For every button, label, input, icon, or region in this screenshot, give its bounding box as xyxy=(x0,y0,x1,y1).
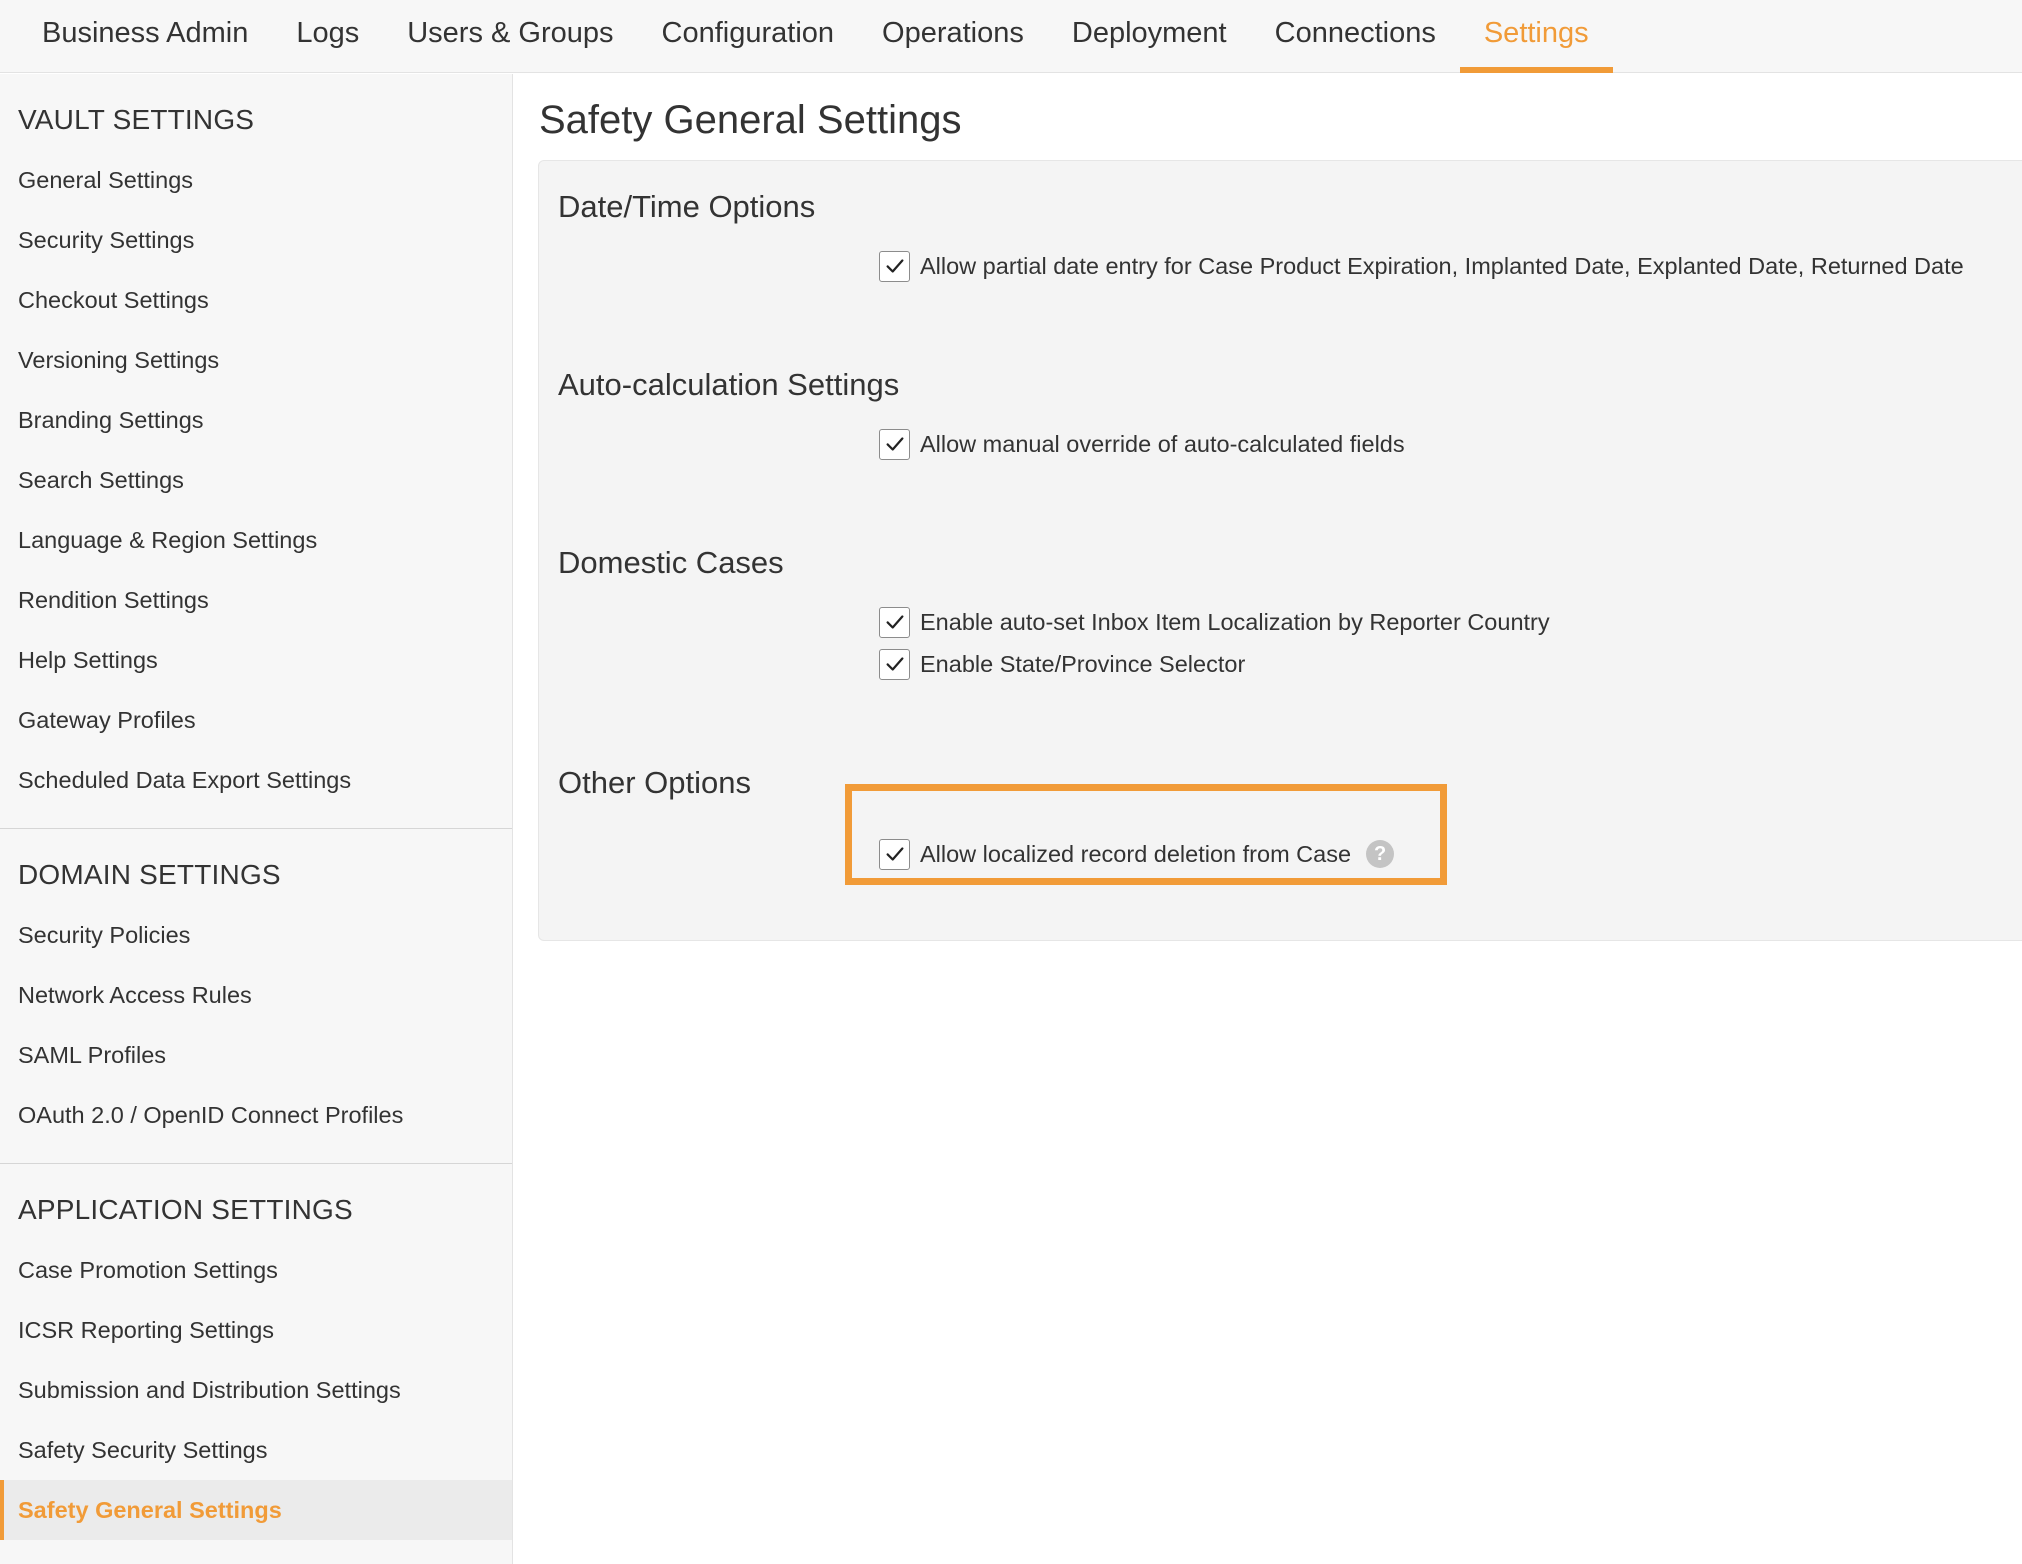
question-circle-icon[interactable]: ? xyxy=(1366,840,1395,868)
tab-configuration[interactable]: Configuration xyxy=(638,0,859,73)
tab-users-groups[interactable]: Users & Groups xyxy=(383,0,637,73)
option-state-province-selector: Enable State/Province Selector xyxy=(879,647,1245,681)
localized-record-deletion-checkbox[interactable] xyxy=(879,838,910,870)
top-navigation: Business Admin Logs Users & Groups Confi… xyxy=(0,0,2022,73)
sidebar-item-security-policies[interactable]: Security Policies xyxy=(0,905,512,965)
state-province-selector-checkbox[interactable] xyxy=(879,648,910,680)
sidebar-item-general-settings[interactable]: General Settings xyxy=(0,150,512,210)
sidebar-item-gateway-profiles[interactable]: Gateway Profiles xyxy=(0,690,512,750)
sidebar-item-security-settings[interactable]: Security Settings xyxy=(0,210,512,270)
tab-settings[interactable]: Settings xyxy=(1459,0,1613,73)
sidebar-item-icsr-reporting-settings[interactable]: ICSR Reporting Settings xyxy=(0,1300,512,1360)
section-title-domestic: Domestic Cases xyxy=(558,545,784,580)
option-label: Allow partial date entry for Case Produc… xyxy=(920,252,1964,279)
sidebar-group-application: APPLICATION SETTINGS Case Promotion Sett… xyxy=(0,1164,512,1558)
sidebar-item-safety-security-settings[interactable]: Safety Security Settings xyxy=(0,1420,512,1480)
sidebar-item-help-settings[interactable]: Help Settings xyxy=(0,630,512,690)
sidebar-item-case-promotion-settings[interactable]: Case Promotion Settings xyxy=(0,1240,512,1300)
section-title-autocalc: Auto-calculation Settings xyxy=(558,367,900,402)
sidebar-item-scheduled-data-export-settings[interactable]: Scheduled Data Export Settings xyxy=(0,750,512,810)
sidebar-heading-domain: DOMAIN SETTINGS xyxy=(18,859,281,890)
sidebar-item-network-access-rules[interactable]: Network Access Rules xyxy=(0,965,512,1025)
sidebar-group-vault: VAULT SETTINGS General Settings Security… xyxy=(0,74,512,829)
sidebar-item-oauth-openid-profiles[interactable]: OAuth 2.0 / OpenID Connect Profiles xyxy=(0,1085,512,1145)
tab-connections[interactable]: Connections xyxy=(1251,0,1460,73)
main-content: Safety General Settings Date/Time Option… xyxy=(514,74,2022,1564)
check-icon xyxy=(886,259,903,273)
sidebar-item-language-region-settings[interactable]: Language & Region Settings xyxy=(0,510,512,570)
partial-date-entry-checkbox[interactable] xyxy=(879,250,910,282)
tab-logs[interactable]: Logs xyxy=(272,0,383,73)
sidebar-group-domain: DOMAIN SETTINGS Security Policies Networ… xyxy=(0,829,512,1164)
check-icon xyxy=(886,847,903,861)
option-label: Allow localized record deletion from Cas… xyxy=(920,840,1352,867)
sidebar: VAULT SETTINGS General Settings Security… xyxy=(0,74,513,1564)
page-title: Safety General Settings xyxy=(539,98,962,142)
tab-operations[interactable]: Operations xyxy=(858,0,1048,73)
option-localized-record-deletion: Allow localized record deletion from Cas… xyxy=(879,837,1395,871)
option-label: Allow manual override of auto-calculated… xyxy=(920,430,1405,457)
sidebar-item-saml-profiles[interactable]: SAML Profiles xyxy=(0,1025,512,1085)
check-icon xyxy=(886,615,903,629)
sidebar-item-search-settings[interactable]: Search Settings xyxy=(0,450,512,510)
manual-override-checkbox[interactable] xyxy=(879,428,910,460)
option-label: Enable auto-set Inbox Item Localization … xyxy=(920,608,1550,635)
option-inbox-localization: Enable auto-set Inbox Item Localization … xyxy=(879,605,1550,639)
sidebar-item-rendition-settings[interactable]: Rendition Settings xyxy=(0,570,512,630)
sidebar-item-submission-distribution-settings[interactable]: Submission and Distribution Settings xyxy=(0,1360,512,1420)
settings-panel: Date/Time Options Allow partial date ent… xyxy=(538,160,2022,941)
option-partial-date-entry: Allow partial date entry for Case Produc… xyxy=(879,249,1964,283)
inbox-localization-checkbox[interactable] xyxy=(879,606,910,638)
section-title-other: Other Options xyxy=(558,765,751,800)
tab-deployment[interactable]: Deployment xyxy=(1048,0,1251,73)
sidebar-item-safety-general-settings[interactable]: Safety General Settings xyxy=(0,1480,512,1540)
option-label: Enable State/Province Selector xyxy=(920,650,1246,677)
sidebar-item-checkout-settings[interactable]: Checkout Settings xyxy=(0,270,512,330)
sidebar-heading-application: APPLICATION SETTINGS xyxy=(18,1194,353,1225)
section-title-datetime: Date/Time Options xyxy=(558,189,816,224)
sidebar-item-branding-settings[interactable]: Branding Settings xyxy=(0,390,512,450)
sidebar-item-versioning-settings[interactable]: Versioning Settings xyxy=(0,330,512,390)
option-manual-override: Allow manual override of auto-calculated… xyxy=(879,427,1405,461)
sidebar-heading-vault: VAULT SETTINGS xyxy=(18,104,255,135)
tab-business-admin[interactable]: Business Admin xyxy=(18,0,272,73)
check-icon xyxy=(886,657,903,671)
check-icon xyxy=(886,437,903,451)
